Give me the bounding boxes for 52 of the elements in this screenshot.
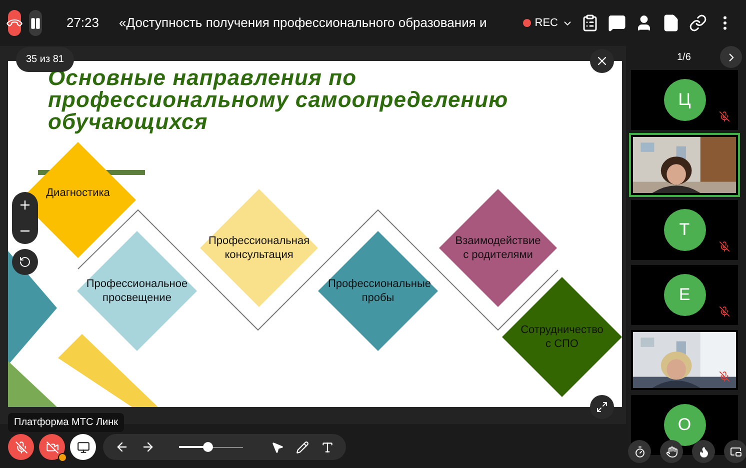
diamond-label: Профессиональная консультация: [207, 234, 311, 262]
picture-in-picture-button[interactable]: [724, 440, 746, 463]
monitor-icon: [76, 440, 90, 454]
avatar: Е: [664, 274, 706, 316]
diamond-label: Диагностика: [45, 186, 111, 200]
avatar: О: [664, 404, 706, 446]
call-timer: 27:23: [66, 14, 100, 32]
diamond-label: Профессиональные пробы: [328, 277, 428, 305]
platform-caption: Платформа МТС Линк: [8, 413, 124, 432]
close-icon: [595, 54, 609, 68]
timer-button[interactable]: [628, 440, 651, 463]
next-page-button[interactable]: [720, 46, 742, 68]
link-icon[interactable]: [689, 14, 707, 32]
microphone-button[interactable]: [8, 434, 34, 460]
event-title: «Доступность получения профессионального образования и: [119, 14, 487, 32]
record-button[interactable]: REC: [522, 14, 573, 32]
notes-icon[interactable]: [581, 14, 599, 32]
pause-button[interactable]: [29, 10, 42, 36]
zoom-slider[interactable]: [179, 442, 243, 452]
stopwatch-icon: [634, 446, 646, 458]
next-icon[interactable]: [141, 440, 155, 454]
participant-tile[interactable]: Ц: [631, 70, 738, 130]
participant-tile[interactable]: Т: [631, 200, 738, 260]
flame-icon: [698, 446, 710, 458]
previous-icon[interactable]: [115, 440, 129, 454]
reaction-button[interactable]: [692, 440, 715, 463]
microphone-off-icon: [14, 440, 28, 454]
camera-button[interactable]: [39, 434, 65, 460]
pencil-icon[interactable]: [296, 440, 309, 454]
page-indicator: 1/6: [677, 50, 691, 64]
document-icon[interactable]: [662, 14, 680, 32]
zoom-in-icon[interactable]: [18, 198, 32, 212]
hand-icon: [666, 446, 678, 458]
pointer-icon[interactable]: [271, 440, 284, 454]
screen-share-button[interactable]: [70, 434, 96, 460]
camera-off-icon: [46, 440, 58, 454]
expand-icon: [596, 401, 608, 413]
hang-up-button[interactable]: [8, 10, 22, 36]
picture-in-picture-icon: [730, 446, 742, 458]
pause-icon: [29, 16, 42, 30]
participant-tile[interactable]: Е: [631, 265, 738, 325]
slide-counter: 35 из 81: [16, 47, 74, 72]
person-icon[interactable]: [635, 14, 653, 32]
diamond-label: Профессиональное просвещение: [85, 277, 189, 305]
avatar: Ц: [664, 79, 706, 121]
diamond-label: Взаимодействие с родителями: [454, 234, 542, 262]
chat-icon[interactable]: [608, 14, 626, 32]
text-icon[interactable]: [321, 440, 334, 454]
diamond-label: Сотрудничество с СПО: [520, 323, 604, 351]
avatar: Т: [664, 209, 706, 251]
rotate-icon: [19, 256, 31, 268]
raise-hand-button[interactable]: [660, 440, 683, 463]
